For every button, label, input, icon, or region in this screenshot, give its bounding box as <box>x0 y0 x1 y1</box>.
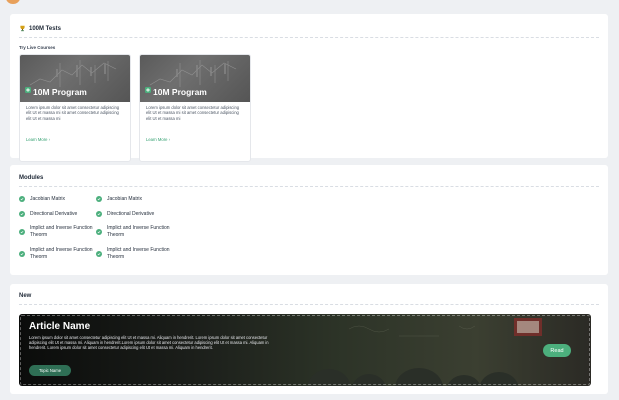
check-icon <box>19 196 25 203</box>
module-item[interactable]: Implict and Inverse Function Theorm <box>96 225 171 238</box>
check-icon <box>96 250 102 257</box>
learn-more-link[interactable]: Learn More › <box>146 137 170 142</box>
article-banner[interactable]: Article Name Lorem ipsum dolor sit amet … <box>19 314 591 386</box>
course-name: 10M Program <box>145 87 207 97</box>
module-item[interactable]: Directional Derivative <box>96 211 154 218</box>
module-label: Directional Derivative <box>30 211 78 217</box>
module-label: Jacobian Matrix <box>107 196 143 202</box>
check-icon <box>19 228 25 235</box>
module-item[interactable]: Implict and Inverse Function Theorm <box>96 247 171 260</box>
course-image: 10M Program <box>20 55 130 102</box>
module-label: Implict and Inverse Function Theorm <box>107 247 170 260</box>
course-card[interactable]: 10M Program Lorem ipsum dolor sit amet c… <box>139 54 251 162</box>
tests-divider <box>19 37 599 38</box>
article-body: Lorem ipsum dolor sit amet consectetur a… <box>29 335 269 351</box>
course-card[interactable]: 10M Program Lorem ipsum dolor sit amet c… <box>19 54 131 162</box>
check-icon <box>96 196 102 203</box>
check-icon <box>96 211 102 218</box>
course-name-text: 10M Program <box>153 87 207 97</box>
top-avatar-fragment <box>6 0 20 4</box>
program-badge-icon <box>25 87 31 95</box>
new-card: New Article Name Lorem ipsum dolor sit a… <box>10 284 608 394</box>
tests-header: 100M Tests <box>19 25 61 32</box>
tests-card: 100M Tests Try Live Courses 10M Program … <box>10 14 608 162</box>
topic-button[interactable]: Topic Name <box>29 365 71 376</box>
article-title: Article Name <box>29 321 91 332</box>
module-label: Directional Derivative <box>107 211 155 217</box>
module-label: Implict and Inverse Function Theorm <box>107 225 170 238</box>
modules-title: Modules <box>19 175 44 181</box>
modules-divider <box>19 186 599 187</box>
course-description: Lorem ipsum dolor sit amet consectetur a… <box>26 105 120 121</box>
module-item[interactable]: Implict and Inverse Function Theorm <box>19 225 94 238</box>
trophy-icon <box>19 25 26 32</box>
tests-title: 100M Tests <box>29 25 61 32</box>
course-description: Lorem ipsum dolor sit amet consectetur a… <box>146 105 240 121</box>
module-item[interactable]: Implict and Inverse Function Theorm <box>19 247 94 260</box>
new-title: New <box>19 293 32 299</box>
read-button[interactable]: Read <box>543 344 571 357</box>
module-item[interactable]: Jacobian Matrix <box>96 196 142 203</box>
module-label: Implict and Inverse Function Theorm <box>30 225 93 238</box>
course-name: 10M Program <box>25 87 87 97</box>
new-divider <box>19 304 599 305</box>
check-icon <box>96 228 102 235</box>
tests-subtitle: Try Live Courses <box>19 45 56 50</box>
module-label: Implict and Inverse Function Theorm <box>30 247 93 260</box>
check-icon <box>19 211 25 218</box>
module-label: Jacobian Matrix <box>30 196 66 202</box>
learn-more-link[interactable]: Learn More › <box>26 137 50 142</box>
program-badge-icon <box>145 87 151 95</box>
module-item[interactable]: Directional Derivative <box>19 211 77 218</box>
modules-card: Modules Jacobian Matrix Directional Deri… <box>10 165 608 275</box>
check-icon <box>19 250 25 257</box>
course-image: 10M Program <box>140 55 250 102</box>
module-item[interactable]: Jacobian Matrix <box>19 196 65 203</box>
course-name-text: 10M Program <box>33 87 87 97</box>
